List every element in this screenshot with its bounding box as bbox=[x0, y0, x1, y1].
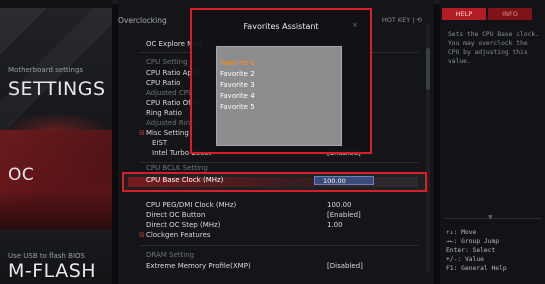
tab-info[interactable]: INFO bbox=[488, 8, 532, 20]
cpu-setting-header: CPU Setting bbox=[146, 58, 188, 66]
cpu-base-clock-input[interactable]: 100.00 bbox=[314, 176, 374, 185]
divider bbox=[140, 245, 418, 246]
xmp-value[interactable]: [Disabled] bbox=[327, 262, 363, 270]
divider bbox=[140, 162, 418, 163]
favorites-list: Favorite 1 Favorite 2 Favorite 3 Favorit… bbox=[216, 46, 342, 146]
cpu-peg-dmi-clock-item[interactable]: CPU PEG/DMI Clock (MHz) bbox=[146, 201, 236, 209]
help-panel: HELP INFO Sets the CPU Base clock. You m… bbox=[440, 0, 545, 284]
eist-item[interactable]: EIST bbox=[152, 139, 167, 147]
scrollbar-thumb[interactable] bbox=[426, 48, 430, 90]
favorite-item-4[interactable]: Favorite 4 bbox=[220, 92, 255, 100]
settings-subtitle: Motherboard settings bbox=[8, 66, 84, 74]
key-select: Enter: Select bbox=[446, 247, 496, 254]
expand-icon: ⊞ bbox=[139, 231, 145, 239]
key-legend: ↑↓: Move →←: Group Jump Enter: Select +/… bbox=[446, 228, 545, 273]
key-general-help: F1: General Help bbox=[446, 265, 507, 272]
hotkey-bar[interactable]: HOT KEY | ⟲ bbox=[382, 16, 422, 24]
cpu-ratio-item[interactable]: CPU Ratio bbox=[146, 79, 180, 87]
clockgen-features-item[interactable]: Clockgen Features bbox=[146, 231, 211, 239]
mflash-button[interactable]: Use USB to flash BIOS M-FLASH bbox=[0, 230, 112, 284]
settings-title: SETTINGS bbox=[8, 78, 106, 100]
help-description: Sets the CPU Base clock. You may overclo… bbox=[448, 31, 539, 65]
favorite-item-5[interactable]: Favorite 5 bbox=[220, 103, 255, 111]
key-group-jump: →←: Group Jump bbox=[446, 238, 500, 245]
oc-button[interactable]: OC bbox=[0, 130, 112, 230]
oc-title: OC bbox=[8, 165, 35, 185]
misc-setting-item[interactable]: Misc Setting bbox=[146, 129, 189, 137]
favorites-assistant-dialog: Favorites Assistant × Favorite 1 Favorit… bbox=[190, 8, 372, 154]
dialog-title: Favorites Assistant bbox=[243, 22, 319, 31]
chevron-down-icon: ▼ bbox=[488, 214, 493, 221]
favorite-item-1[interactable]: Favorite 1 bbox=[220, 59, 255, 67]
mflash-title: M-FLASH bbox=[8, 260, 97, 282]
cpu-base-clock-label: CPU Base Clock (MHz) bbox=[146, 176, 224, 184]
section-title: Overclocking bbox=[118, 16, 167, 25]
xmp-item[interactable]: Extreme Memory Profile(XMP) bbox=[146, 262, 251, 270]
tab-help[interactable]: HELP bbox=[442, 8, 486, 20]
close-icon[interactable]: × bbox=[352, 21, 358, 29]
expand-icon: ⊞ bbox=[139, 129, 145, 137]
direct-oc-step-value[interactable]: 1.00 bbox=[327, 221, 343, 229]
favorite-item-3[interactable]: Favorite 3 bbox=[220, 81, 255, 89]
cpu-base-clock-row[interactable]: CPU Base Clock (MHz) 100.00 bbox=[122, 172, 427, 192]
divider bbox=[444, 218, 542, 219]
ring-ratio-item[interactable]: Ring Ratio bbox=[146, 109, 182, 117]
dram-setting-header: DRAM Setting bbox=[146, 251, 195, 259]
key-value: +/-: Value bbox=[446, 256, 484, 263]
favorite-item-2[interactable]: Favorite 2 bbox=[220, 70, 255, 78]
mflash-subtitle: Use USB to flash BIOS bbox=[8, 252, 85, 260]
left-rail: Motherboard settings SETTINGS OC Use USB… bbox=[0, 0, 112, 284]
direct-oc-button-value[interactable]: [Enabled] bbox=[327, 211, 361, 219]
key-move: ↑↓: Move bbox=[446, 229, 477, 236]
direct-oc-button-item[interactable]: Direct OC Button bbox=[146, 211, 205, 219]
direct-oc-step-item[interactable]: Direct OC Step (MHz) bbox=[146, 221, 220, 229]
cpu-peg-dmi-clock-value[interactable]: 100.00 bbox=[327, 201, 352, 209]
cpu-bclk-setting-header: CPU BCLK Setting bbox=[146, 164, 208, 172]
